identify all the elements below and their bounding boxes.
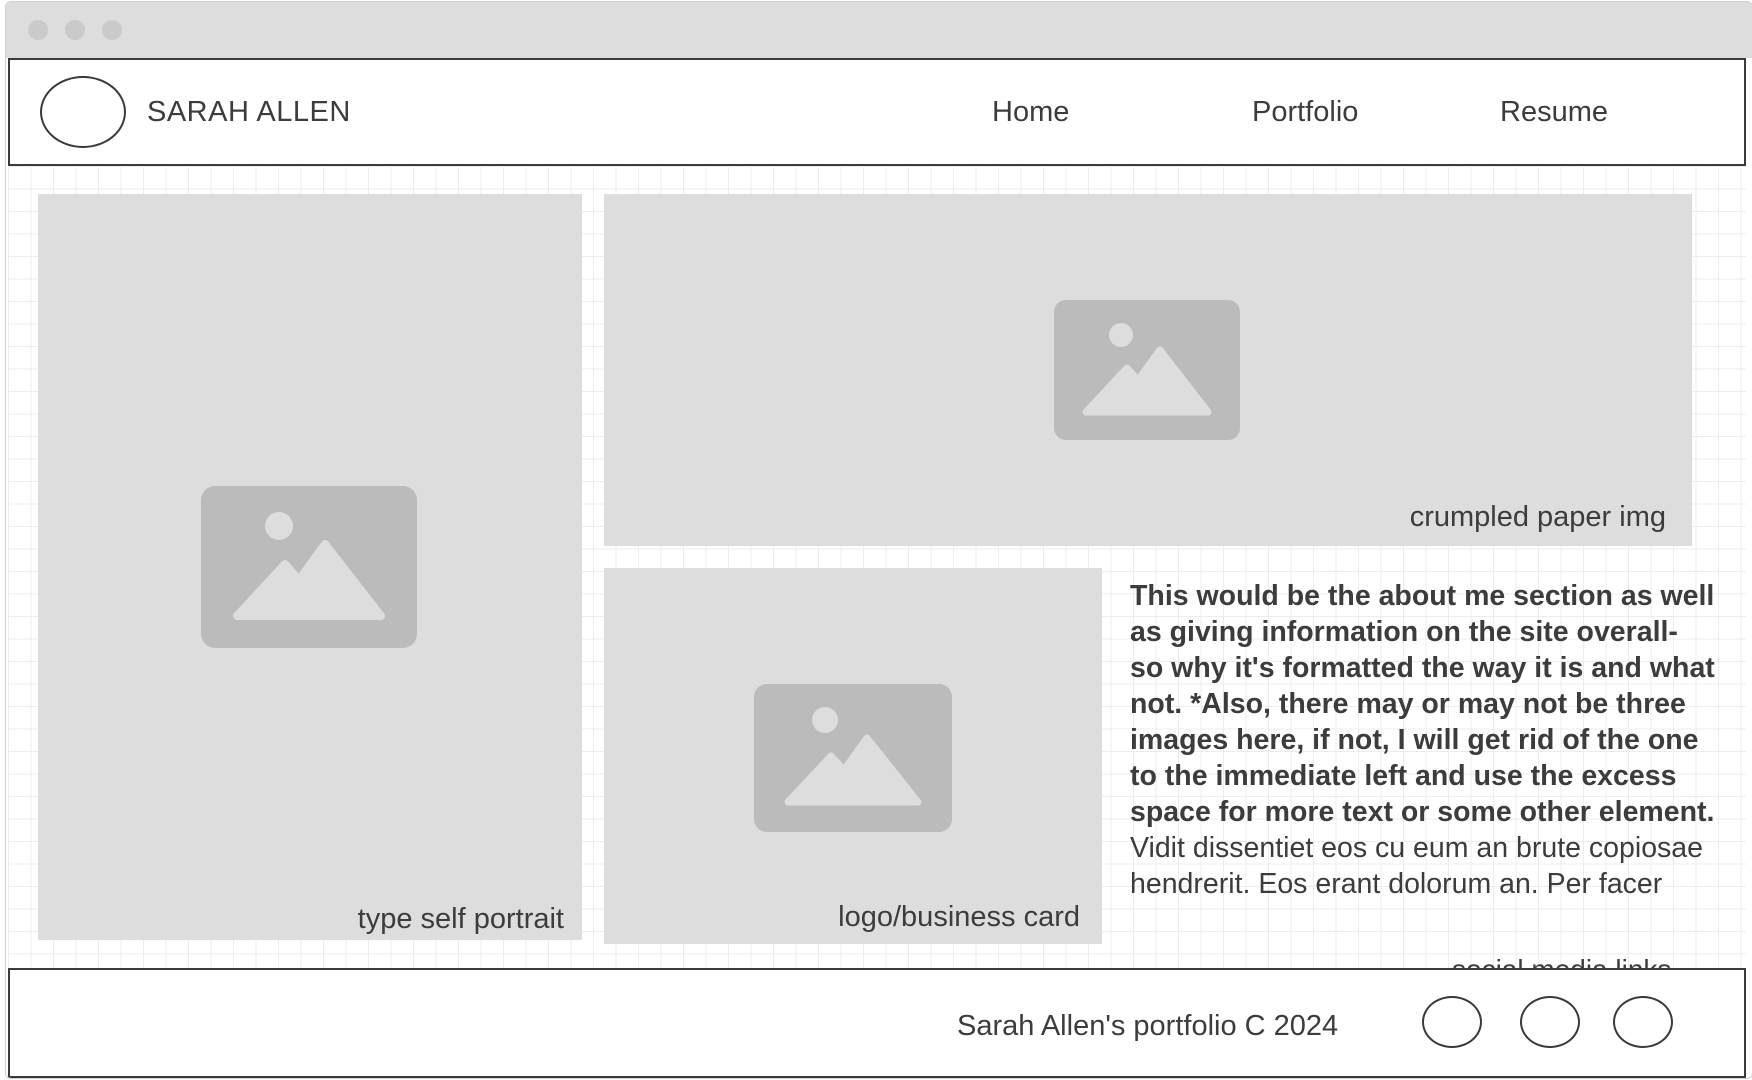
site-header: SARAH ALLEN Home Portfolio Resume: [8, 58, 1746, 166]
copyright-text: Sarah Allen's portfolio C 2024: [957, 1010, 1339, 1042]
logo-placeholder[interactable]: [40, 76, 126, 148]
social-link-3[interactable]: [1613, 996, 1673, 1048]
crumpled-paper-image: crumpled paper img: [604, 194, 1692, 546]
logo-business-card-image: logo/business card: [604, 568, 1102, 944]
about-body-text: Vidit dissentiet eos cu eum an brute cop…: [1130, 832, 1703, 900]
maximize-dot[interactable]: [102, 20, 122, 40]
browser-window: SARAH ALLEN Home Portfolio Resume type s…: [5, 1, 1752, 1079]
nav-portfolio[interactable]: Portfolio: [1252, 96, 1358, 129]
self-portrait-caption: type self portrait: [357, 903, 564, 935]
social-link-1[interactable]: [1422, 996, 1482, 1048]
site-footer: Sarah Allen's portfolio C 2024: [8, 968, 1746, 1078]
nav-home[interactable]: Home: [992, 96, 1069, 129]
social-link-2[interactable]: [1520, 996, 1580, 1048]
image-placeholder-icon: [1054, 300, 1240, 440]
nav-resume[interactable]: Resume: [1500, 96, 1608, 129]
crumpled-paper-caption: crumpled paper img: [1409, 501, 1666, 533]
image-placeholder-icon: [201, 486, 417, 648]
about-me-text: This would be the about me section as we…: [1130, 578, 1718, 902]
title-bar: [6, 2, 1752, 58]
image-placeholder-icon: [754, 684, 952, 832]
about-bold-text: This would be the about me section as we…: [1130, 580, 1715, 828]
minimize-dot[interactable]: [65, 20, 85, 40]
self-portrait-image: type self portrait: [38, 194, 582, 940]
site-name: SARAH ALLEN: [147, 96, 351, 128]
logo-business-card-caption: logo/business card: [838, 901, 1080, 933]
main-content: type self portrait crumpled paper img lo…: [8, 166, 1746, 968]
close-dot[interactable]: [28, 20, 48, 40]
